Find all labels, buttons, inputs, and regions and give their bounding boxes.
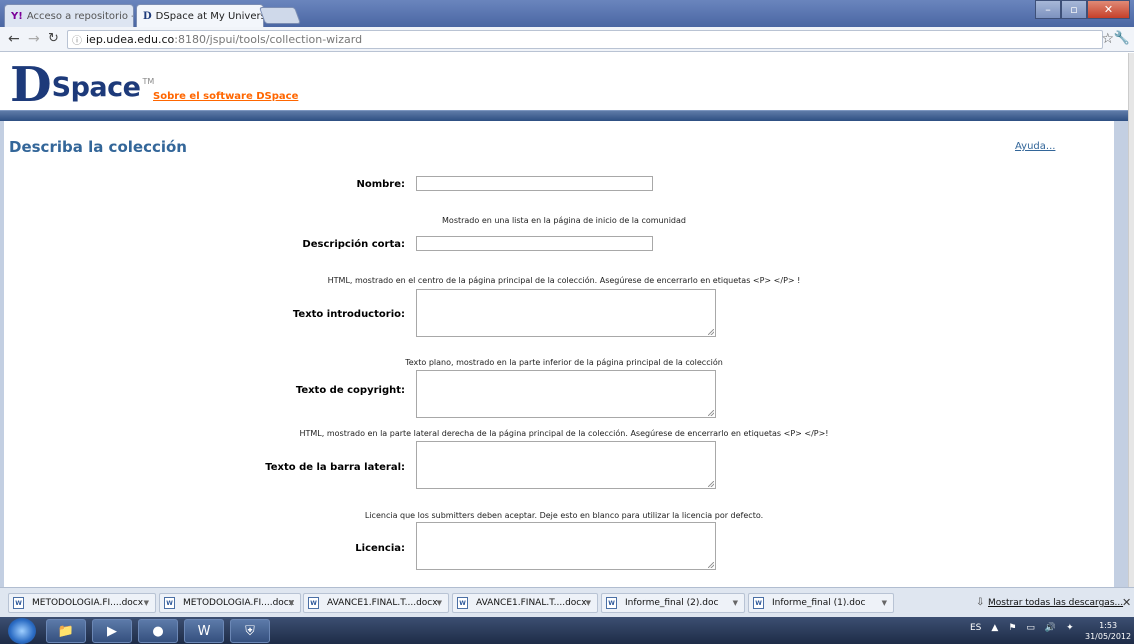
license-label: Licencia: [355,543,405,554]
download-filename: AVANCE1.FINAL.T....docx [476,598,587,608]
download-item[interactable]: W AVANCE1.FINAL.T....docx ▼ [303,593,449,613]
about-dspace-link[interactable]: Sobre el software DSpace [153,91,298,102]
intro-text-label: Texto introductorio: [292,309,405,320]
browser-toolbar: ← → ↻ ⓘ iep.udea.edu.co:8180/jspui/tools… [0,27,1134,52]
wrench-menu-icon[interactable]: 🔧 [1114,31,1130,46]
url-domain: iep.udea.edu.co [86,33,175,46]
tab-dspace[interactable]: D DSpace at My University: De × [136,4,264,27]
chevron-down-icon[interactable]: ▼ [733,599,738,607]
system-tray: ES ▲ ⚑ ▭ 🔊 ✦ [970,623,1074,633]
page-info-icon: ⓘ [72,36,82,47]
word-taskbar-icon[interactable]: W [184,619,224,643]
help-link[interactable]: Ayuda... [1015,141,1055,152]
word-document-icon: W [13,597,24,609]
download-item[interactable]: W Informe_final (1).doc ▼ [748,593,894,613]
word-document-icon: W [308,597,319,609]
close-window-button[interactable]: ✕ [1087,0,1130,19]
explorer-taskbar-icon[interactable]: 📁 [46,619,86,643]
download-item[interactable]: W Informe_final (2).doc ▼ [601,593,745,613]
license-textarea[interactable] [416,522,716,570]
clock-time: 1:53 [1099,621,1118,630]
windows-taskbar: 📁 ▶ ● W ⛨ ES ▲ ⚑ ▭ 🔊 ✦ 1:53 31/05/2012 [0,617,1134,644]
flag-icon[interactable]: ⚑ [1008,623,1016,633]
download-item[interactable]: W METODOLOGIA.FI....docx ▼ [8,593,156,613]
maximize-button[interactable]: ▫ [1061,0,1087,19]
yahoo-icon: Y! [11,10,23,22]
security-taskbar-icon[interactable]: ⛨ [230,619,270,643]
dspace-logo[interactable]: D Space TM [10,59,154,109]
word-document-icon: W [164,597,175,609]
tab-title: Acceso a repositorio - Band [26,10,133,22]
chevron-down-icon[interactable]: ▼ [289,599,294,607]
intro-text-hint: HTML, mostrado en el centro de la página… [327,276,801,285]
header-banner [0,110,1128,121]
sidebar-text-label: Texto de la barra lateral: [265,462,405,473]
url-path: :8180/jspui/tools/collection-wizard [174,33,363,46]
window-controls: – ▫ ✕ [1035,0,1130,19]
tab-acceso-repositorio[interactable]: Y! Acceso a repositorio - Band × [4,4,134,27]
download-item[interactable]: W AVANCE1.FINAL.T....docx ▼ [452,593,598,613]
volume-icon[interactable]: 🔊 [1045,623,1056,633]
word-document-icon: W [753,597,764,609]
minimize-button[interactable]: – [1035,0,1061,19]
download-item[interactable]: W METODOLOGIA.FI....docx ▼ [159,593,301,613]
download-filename: Informe_final (2).doc [625,598,719,608]
logo-trademark: TM [142,77,155,86]
chevron-down-icon[interactable]: ▼ [882,599,887,607]
license-hint: Licencia que los submitters deben acepta… [364,511,764,520]
intro-text-textarea[interactable] [416,289,716,337]
short-description-input[interactable] [416,236,653,251]
short-description-hint: Mostrado en una lista en la página de in… [442,216,686,225]
downloads-bar: W METODOLOGIA.FI....docx ▼ W METODOLOGIA… [0,587,1134,617]
media-player-taskbar-icon[interactable]: ▶ [92,619,132,643]
download-filename: METODOLOGIA.FI....docx [183,598,295,608]
download-filename: AVANCE1.FINAL.T....docx [327,598,438,608]
short-description-label: Descripción corta: [302,239,405,250]
windows-start-button[interactable] [8,618,36,644]
clock[interactable]: 1:53 31/05/2012 [1085,620,1131,642]
network-icon[interactable]: ▭ [1026,623,1035,633]
copyright-label: Texto de copyright: [295,385,405,396]
sidebar-text-textarea[interactable] [416,441,716,489]
chevron-down-icon[interactable]: ▼ [437,599,442,607]
sidebar-text-hint: HTML, mostrado en la parte lateral derec… [299,429,829,438]
tab-title: DSpace at My University: De [155,10,263,22]
tray-app-icon[interactable]: ✦ [1066,623,1074,633]
nombre-input[interactable] [416,176,653,191]
logo-space: Space [51,72,141,103]
download-arrow-icon: ⇩ [976,597,985,608]
forward-arrow-icon[interactable]: → [28,31,40,47]
logo-d: D [10,57,52,113]
new-tab-button[interactable] [258,7,302,24]
page-title: Describa la colección [9,138,187,156]
copyright-hint: Texto plano, mostrado en la parte inferi… [405,358,723,367]
chrome-taskbar-icon[interactable]: ● [138,619,178,643]
bookmark-star-icon[interactable]: ☆ [1101,31,1114,47]
reload-icon[interactable]: ↻ [48,31,59,46]
copyright-textarea[interactable] [416,370,716,418]
browser-tab-strip: Y! Acceso a repositorio - Band × D DSpac… [0,0,1134,27]
tray-expand-icon[interactable]: ▲ [991,623,998,633]
back-arrow-icon[interactable]: ← [8,31,20,47]
download-filename: Informe_final (1).doc [772,598,866,608]
clock-date: 31/05/2012 [1085,632,1132,641]
dspace-icon: D [143,10,152,22]
chevron-down-icon[interactable]: ▼ [144,599,149,607]
download-filename: METODOLOGIA.FI....docx [32,598,144,608]
page-scrollbar[interactable] [1128,53,1134,587]
word-document-icon: W [457,597,468,609]
language-indicator[interactable]: ES [970,623,981,633]
chevron-down-icon[interactable]: ▼ [586,599,591,607]
address-bar[interactable]: ⓘ iep.udea.edu.co:8180/jspui/tools/colle… [67,30,1103,49]
word-document-icon: W [606,597,617,609]
nombre-label: Nombre: [356,179,405,190]
show-all-downloads-link[interactable]: Mostrar todas las descargas... [988,598,1123,608]
close-downloads-icon[interactable]: ✕ [1122,596,1131,609]
page-viewport: D Space TM Sobre el software DSpace Desc… [0,53,1128,587]
